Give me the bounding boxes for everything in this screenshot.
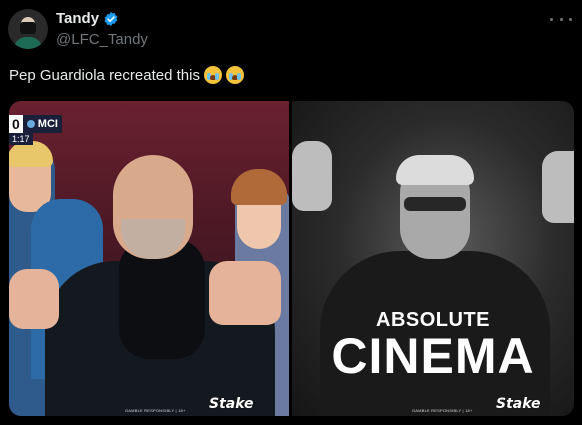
tweet: Tandy @LFC_Tandy Pep Guardiola recreated… [0, 0, 582, 425]
avatar-mask [20, 22, 36, 34]
stake-logo: Stake [209, 396, 254, 412]
team-label: MCI [23, 118, 62, 130]
guardiola-hand-left [9, 269, 59, 329]
scorsese-hand-right [542, 151, 574, 223]
scorebug: 0 MCI [9, 115, 62, 133]
more-options-icon[interactable] [550, 12, 572, 26]
avatar-shirt [14, 37, 42, 49]
caption-cinema: CINEMA [331, 328, 535, 384]
team-code: MCI [37, 118, 58, 130]
scorsese-hair [396, 155, 474, 185]
team-crest-icon [26, 120, 35, 128]
author-handle[interactable]: @LFC_Tandy [56, 31, 148, 48]
tweet-text: Pep Guardiola recreated this [9, 66, 244, 84]
gamble-note: GAMBLE RESPONSIBLY | 18+ [125, 408, 186, 413]
tweet-body: Pep Guardiola recreated this [9, 66, 200, 84]
loudly-crying-face-emoji-icon [203, 66, 222, 84]
author-row: Tandy [56, 10, 119, 27]
media-image-absolute-cinema[interactable]: ABSOLUTE CINEMA GAMBLE RESPONSIBLY | 18+… [292, 101, 574, 416]
stake-logo: Stake [496, 396, 541, 412]
tweet-media[interactable]: 0 MCI 1:17 GAMBLE RESPONSIBLY | 18+ Stak… [9, 101, 574, 416]
avatar[interactable] [8, 9, 48, 49]
verified-badge-icon [103, 11, 119, 27]
fan-right-hair [231, 169, 287, 205]
gamble-note: GAMBLE RESPONSIBLY | 18+ [412, 408, 473, 413]
scorsese-glasses [404, 197, 466, 211]
author-name[interactable]: Tandy [56, 10, 99, 27]
score: 0 [9, 115, 23, 133]
media-image-guardiola[interactable]: 0 MCI 1:17 GAMBLE RESPONSIBLY | 18+ Stak… [9, 101, 289, 416]
guardiola-hand-right [209, 261, 281, 325]
match-clock: 1:17 [9, 133, 33, 145]
scorsese-hand-left [292, 141, 332, 211]
loudly-crying-face-emoji-icon [225, 66, 244, 84]
